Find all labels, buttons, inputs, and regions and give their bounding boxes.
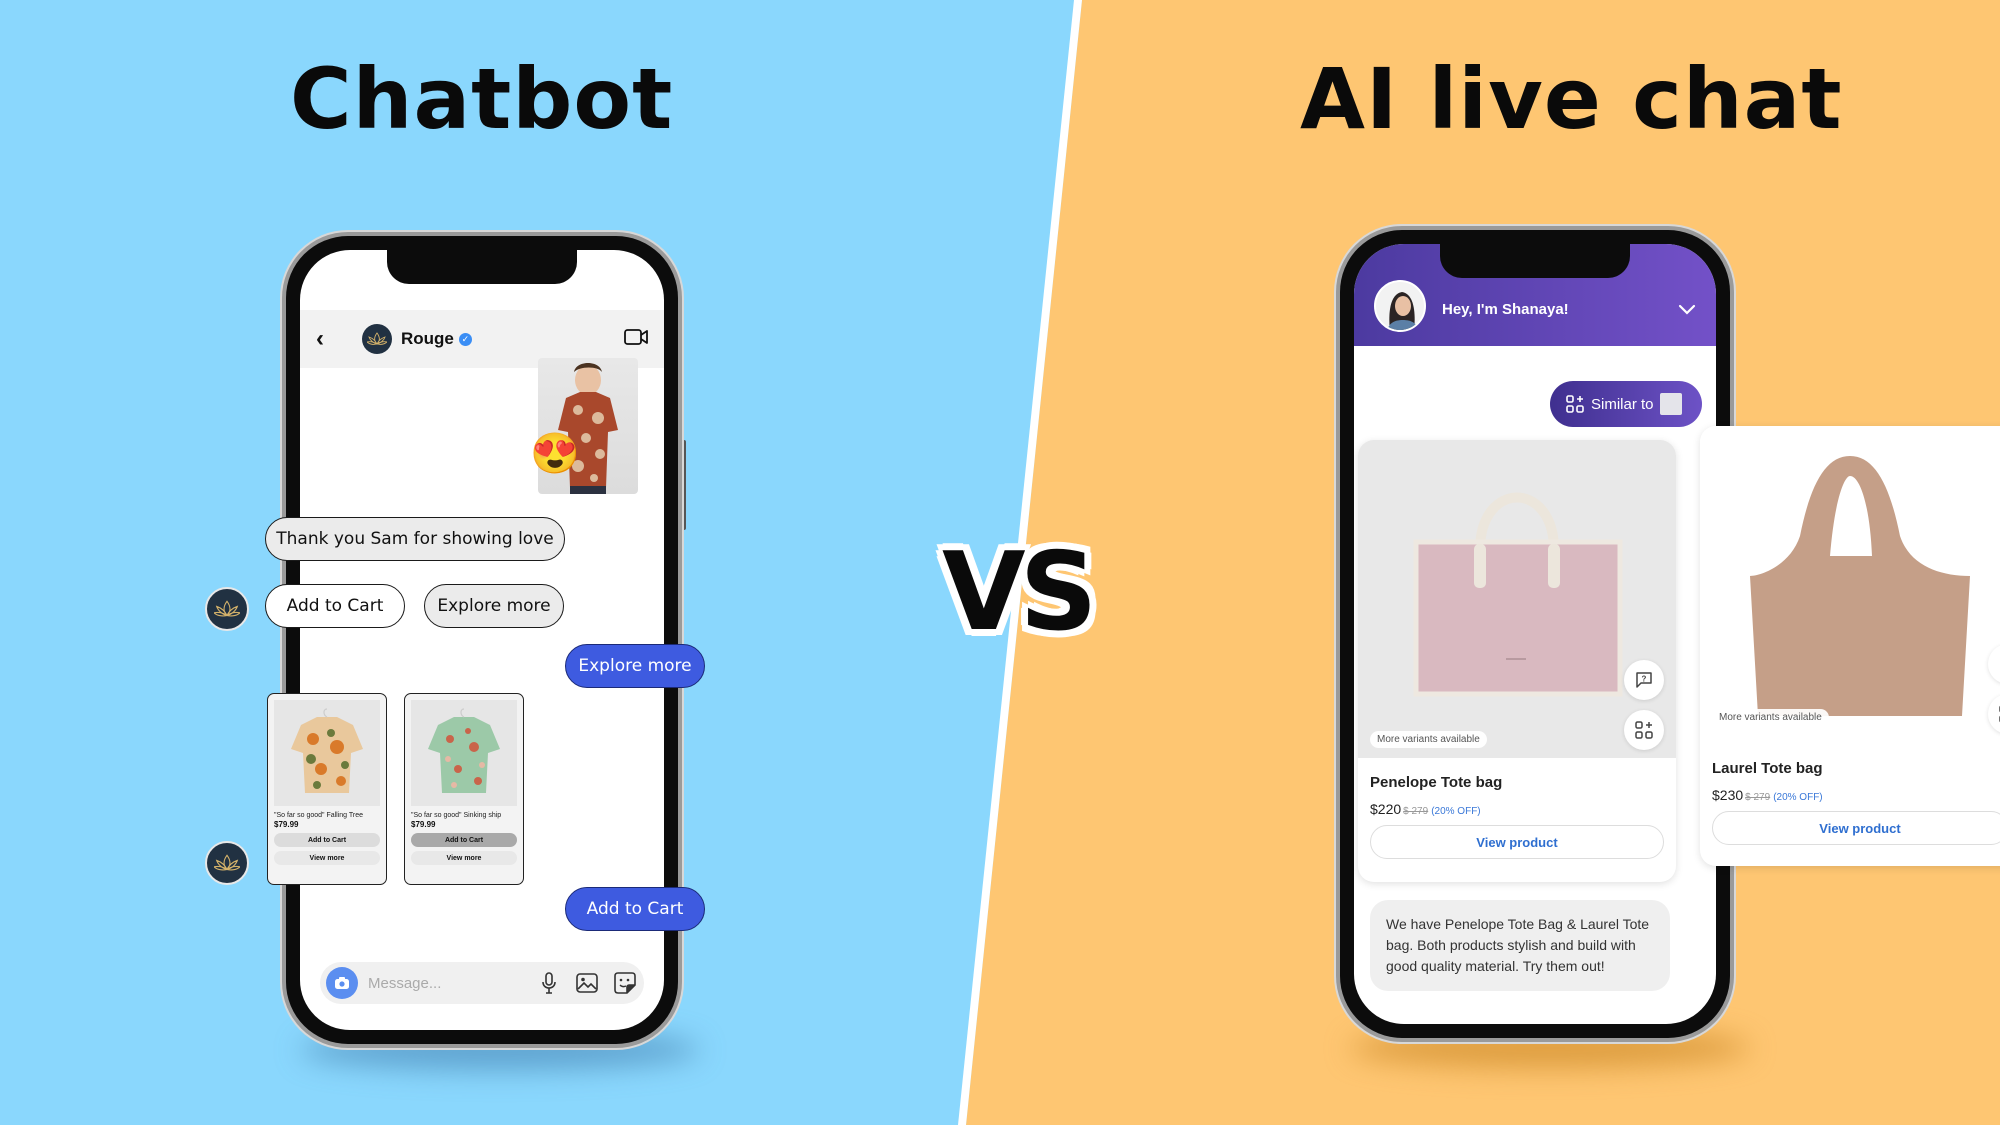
camera-icon[interactable] bbox=[326, 967, 358, 999]
product-price-row: $220 $ 279 (20% OFF) bbox=[1370, 801, 1676, 817]
view-more-button[interactable]: View more bbox=[274, 851, 380, 865]
bot-avatar bbox=[205, 587, 249, 631]
quick-reply-add-to-cart[interactable]: Add to Cart bbox=[265, 584, 405, 628]
product-card: ? More variants available Penelope Tote … bbox=[1358, 440, 1676, 882]
quick-reply-label: Explore more bbox=[437, 596, 551, 616]
message-composer: Message... bbox=[320, 962, 644, 1004]
product-image: ? More variants available bbox=[1358, 440, 1676, 758]
question-chat-icon: ? bbox=[1636, 672, 1652, 688]
user-reply-text: Add to Cart bbox=[586, 899, 684, 919]
product-price-row: $230 $ 279 (20% OFF) bbox=[1712, 787, 2000, 803]
ask-question-button[interactable]: ? bbox=[1624, 660, 1664, 700]
chatbot-title: Chatbot bbox=[290, 50, 674, 148]
add-to-cart-button[interactable]: Add to Cart bbox=[411, 833, 517, 847]
similar-to-button[interactable]: Similar to bbox=[1550, 381, 1702, 427]
product-image bbox=[411, 700, 517, 806]
view-product-button[interactable]: View product bbox=[1370, 825, 1664, 859]
view-more-button[interactable]: View more bbox=[411, 851, 517, 865]
bot-avatar bbox=[205, 841, 249, 885]
ai-chat-screen: Hey, I'm Shanaya! Similar to ? More vari… bbox=[1354, 244, 1716, 1024]
variants-badge: More variants available bbox=[1712, 709, 1829, 726]
discount-label: (20% OFF) bbox=[1431, 806, 1481, 817]
variants-badge: More variants available bbox=[1370, 731, 1487, 748]
product-card: ? More variants available Laurel Tote ba… bbox=[1700, 426, 2000, 866]
similar-to-label: Similar to bbox=[1591, 395, 1654, 413]
video-camera-icon[interactable] bbox=[624, 328, 648, 350]
rouge-avatar[interactable] bbox=[362, 324, 392, 354]
agent-reply-bubble: We have Penelope Tote Bag & Laurel Tote … bbox=[1370, 900, 1670, 991]
original-price: $ 279 bbox=[1403, 806, 1429, 817]
product-card: "So far so good" Falling Tree $79.99 Add… bbox=[267, 693, 387, 885]
microphone-icon[interactable] bbox=[536, 970, 562, 996]
svg-text:?: ? bbox=[1642, 675, 1647, 684]
lotus-icon bbox=[214, 854, 240, 871]
product-card: "So far so good" Sinking ship $79.99 Add… bbox=[404, 693, 524, 885]
ai-live-chat-title: AI live chat bbox=[1300, 50, 1843, 148]
product-price: $220 bbox=[1370, 801, 1402, 817]
grid-plus-icon bbox=[1566, 395, 1584, 413]
bot-message-bubble: Thank you Sam for showing love bbox=[265, 517, 565, 561]
add-to-cart-button[interactable]: Add to Cart bbox=[274, 833, 380, 847]
image-icon[interactable] bbox=[574, 970, 600, 996]
sticker-icon[interactable] bbox=[612, 970, 638, 996]
find-similar-button[interactable] bbox=[1624, 710, 1664, 750]
brand-name: Rouge bbox=[401, 329, 454, 348]
product-name: "So far so good" Sinking ship bbox=[411, 812, 502, 819]
phone-notch bbox=[387, 250, 577, 284]
ai-chat-phone: Hey, I'm Shanaya! Similar to ? More vari… bbox=[1340, 230, 1730, 1038]
message-input[interactable]: Message... bbox=[368, 975, 524, 992]
view-product-button[interactable]: View product bbox=[1712, 811, 2000, 845]
phone-side-button bbox=[681, 440, 686, 530]
grid-plus-icon bbox=[1635, 721, 1653, 739]
vs-label: VS bbox=[942, 530, 1097, 655]
product-price: $230 bbox=[1712, 787, 1744, 803]
lotus-icon bbox=[214, 600, 240, 617]
lotus-icon bbox=[367, 332, 387, 345]
user-reply-text: Explore more bbox=[578, 656, 692, 676]
bot-message-text: Thank you Sam for showing love bbox=[276, 529, 554, 549]
agent-greeting: Hey, I'm Shanaya! bbox=[1442, 301, 1569, 318]
original-price: $ 279 bbox=[1745, 792, 1771, 803]
product-image bbox=[274, 700, 380, 806]
product-name: "So far so good" Falling Tree bbox=[274, 812, 364, 819]
discount-label: (20% OFF) bbox=[1773, 792, 1823, 803]
chevron-left-icon[interactable]: ‹ bbox=[316, 325, 346, 353]
bag-thumbnail bbox=[1659, 393, 1682, 415]
quick-reply-explore-more[interactable]: Explore more bbox=[424, 584, 564, 628]
product-image: ? More variants available bbox=[1700, 426, 2000, 736]
heart-eyes-emoji-reaction: 😍 bbox=[530, 432, 580, 476]
product-name: Laurel Tote bag bbox=[1712, 760, 1823, 777]
user-reply-explore-more: Explore more bbox=[565, 644, 705, 688]
verified-badge-icon: ✓ bbox=[458, 332, 472, 346]
phone-notch bbox=[1440, 244, 1630, 278]
quick-reply-label: Add to Cart bbox=[286, 596, 384, 616]
product-price: $79.99 bbox=[274, 820, 299, 829]
product-name: Penelope Tote bag bbox=[1370, 774, 1503, 791]
user-reply-add-to-cart: Add to Cart bbox=[565, 887, 705, 931]
chevron-down-icon[interactable] bbox=[1678, 302, 1696, 320]
agent-avatar bbox=[1374, 280, 1426, 332]
product-price: $79.99 bbox=[411, 820, 436, 829]
